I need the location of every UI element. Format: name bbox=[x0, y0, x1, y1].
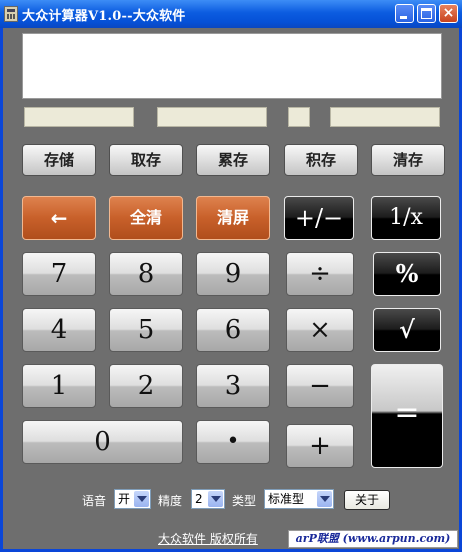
voice-select-value: 开 bbox=[118, 492, 131, 506]
memory-add-button[interactable]: 累存 bbox=[196, 144, 270, 176]
precision-select[interactable]: 2 bbox=[191, 489, 225, 509]
title-bar[interactable]: 大众计算器V1.0--大众软件 × bbox=[0, 0, 462, 28]
clear-screen-button[interactable]: 清屏 bbox=[196, 196, 270, 240]
voice-label: 语音 bbox=[82, 494, 107, 508]
digit-2-button[interactable]: 2 bbox=[109, 364, 183, 408]
memory-indicator bbox=[24, 107, 134, 127]
multiply-button[interactable]: × bbox=[286, 308, 354, 352]
equals-button[interactable]: = bbox=[371, 364, 443, 468]
maximize-icon bbox=[421, 8, 432, 19]
memory-store-button[interactable]: 存储 bbox=[22, 144, 96, 176]
voice-select[interactable]: 开 bbox=[114, 489, 151, 509]
digit-3-button[interactable]: 3 bbox=[196, 364, 270, 408]
minimize-button[interactable] bbox=[395, 4, 414, 23]
type-label: 类型 bbox=[232, 494, 257, 508]
maximize-button[interactable] bbox=[417, 4, 436, 23]
clear-all-button[interactable]: 全清 bbox=[109, 196, 183, 240]
reciprocal-button[interactable]: 1/x bbox=[371, 196, 441, 240]
status-indicator bbox=[330, 107, 440, 127]
decimal-point-button[interactable]: • bbox=[196, 420, 270, 464]
digit-5-button[interactable]: 5 bbox=[109, 308, 183, 352]
chevron-down-icon[interactable] bbox=[317, 491, 332, 507]
type-select-value: 标准型 bbox=[268, 492, 305, 506]
digit-0-button[interactable]: 0 bbox=[22, 420, 183, 464]
memory-clear-button[interactable]: 清存 bbox=[371, 144, 445, 176]
window-title: 大众计算器V1.0--大众软件 bbox=[22, 9, 186, 24]
digit-6-button[interactable]: 6 bbox=[196, 308, 270, 352]
backspace-button[interactable]: ← bbox=[22, 196, 96, 240]
digit-8-button[interactable]: 8 bbox=[109, 252, 183, 296]
chevron-down-icon[interactable] bbox=[134, 491, 149, 507]
digit-1-button[interactable]: 1 bbox=[22, 364, 96, 408]
options-bar: 语音 开 精度 2 类型 标准型 关于 bbox=[0, 488, 462, 512]
divide-button[interactable]: ÷ bbox=[286, 252, 354, 296]
operator-indicator bbox=[288, 107, 310, 127]
type-select[interactable]: 标准型 bbox=[264, 489, 334, 509]
chevron-down-icon[interactable] bbox=[208, 491, 223, 507]
digit-7-button[interactable]: 7 bbox=[22, 252, 96, 296]
digit-4-button[interactable]: 4 bbox=[22, 308, 96, 352]
watermark-text: arP联盟 (www.arpun.com) bbox=[288, 530, 458, 548]
memory-multiply-button[interactable]: 积存 bbox=[284, 144, 358, 176]
result-display bbox=[22, 33, 442, 99]
close-button[interactable]: × bbox=[439, 4, 458, 23]
minimize-icon bbox=[400, 16, 407, 19]
precision-select-value: 2 bbox=[195, 492, 203, 506]
close-icon: × bbox=[442, 5, 455, 21]
operation-indicator bbox=[157, 107, 267, 127]
about-button[interactable]: 关于 bbox=[344, 490, 390, 510]
memory-recall-button[interactable]: 取存 bbox=[109, 144, 183, 176]
copyright-link[interactable]: 大众软件 版权所有 bbox=[158, 530, 258, 547]
square-root-button[interactable]: √ bbox=[373, 308, 441, 352]
sign-toggle-button[interactable]: +/− bbox=[284, 196, 354, 240]
calculator-app-icon bbox=[4, 6, 18, 22]
percent-button[interactable]: % bbox=[373, 252, 441, 296]
plus-button[interactable]: + bbox=[286, 424, 354, 468]
digit-9-button[interactable]: 9 bbox=[196, 252, 270, 296]
minus-button[interactable]: − bbox=[286, 364, 354, 408]
precision-label: 精度 bbox=[158, 494, 183, 508]
